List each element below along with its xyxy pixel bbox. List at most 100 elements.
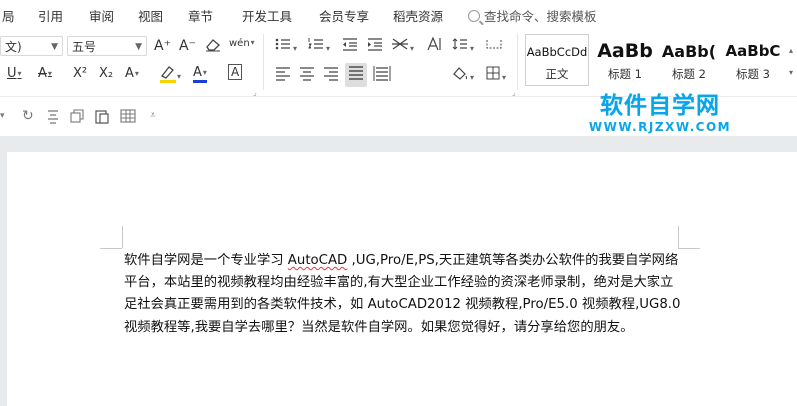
chevron-down-icon: ▾ [470, 73, 475, 82]
highlight-color-swatch [160, 80, 176, 83]
customize-toolbar-icon[interactable]: ⩡ [150, 110, 156, 121]
crop-mark [678, 226, 679, 248]
align-left-button[interactable] [274, 65, 292, 87]
style-heading-2[interactable]: AaBb( 标题 2 [657, 34, 721, 86]
chevron-down-icon: ▼ [135, 42, 142, 52]
outdent-icon [343, 38, 357, 51]
search-placeholder: 查找命令、搜索模板 [484, 9, 597, 24]
chevron-down-icon[interactable]: ▾ [789, 64, 793, 82]
font-size-select[interactable]: 五号 ▼ [67, 36, 147, 56]
ribbon-divider [263, 34, 264, 90]
search-icon [468, 10, 480, 22]
style-heading-3[interactable]: AaBbC 标题 3 [721, 34, 785, 86]
paint-bucket-icon [453, 67, 467, 80]
redo-icon[interactable]: ↻ [22, 108, 34, 124]
align-center-icon [300, 67, 314, 81]
style-label: 标题 1 [608, 67, 642, 81]
menu-review[interactable]: 审阅 [89, 6, 114, 25]
table-tabs-button[interactable] [485, 36, 503, 58]
chevron-down-icon: ▾ [410, 44, 415, 53]
spellcheck-word: AutoCAD [287, 253, 348, 268]
align-left-icon [276, 67, 290, 81]
menu-layout[interactable]: 局 [2, 6, 15, 25]
borders-button[interactable]: ▾ [485, 65, 506, 87]
table-icon[interactable] [120, 108, 136, 128]
increase-indent-button[interactable] [366, 36, 384, 58]
font-name-select[interactable]: 文) ▼ [0, 36, 63, 56]
command-search[interactable]: 查找命令、搜索模板 [468, 6, 597, 25]
superscript-button[interactable]: X² [73, 65, 87, 83]
strikethrough-button[interactable]: A▾ [38, 65, 52, 83]
menu-docer[interactable]: 稻壳资源 [393, 6, 443, 25]
document-body[interactable]: 软件自学网是一个专业学习 AutoCAD ,UG,Pro/E,PS,天正建筑等各… [124, 250, 684, 339]
watermark-url: WWW.RJZXW.COM [588, 120, 732, 134]
chevron-down-icon: ▾ [293, 44, 298, 53]
paste-icon[interactable] [94, 108, 110, 128]
phonetic-guide-button[interactable]: wén▾ [229, 34, 255, 53]
eraser-icon [206, 39, 220, 52]
line-spacing-icon [452, 38, 467, 50]
bullet-list-button[interactable]: ▾ [274, 36, 297, 58]
style-label: 标题 3 [736, 67, 770, 81]
chevron-down-icon[interactable]: ▾ [0, 111, 5, 121]
shading-button[interactable]: ▾ [451, 65, 474, 87]
style-sample: AaBb( [661, 42, 717, 61]
font-name-value: 文) [5, 40, 22, 54]
chinese-layout-button[interactable]: ▾ [391, 36, 414, 58]
style-sample: AaBbCcDd [526, 45, 588, 59]
align-center-button[interactable] [298, 65, 316, 87]
distributed-align-button[interactable] [373, 65, 391, 87]
shrink-font-button[interactable]: A⁻ [179, 37, 196, 55]
chevron-down-icon: ▾ [502, 73, 507, 82]
chevron-down-icon: ▾ [326, 44, 331, 53]
numbered-list-button[interactable]: ▾ [307, 36, 330, 58]
style-heading-1[interactable]: AaBb 标题 1 [593, 34, 657, 86]
character-border-button[interactable]: A [228, 64, 243, 80]
distributed-align-icon [373, 66, 391, 81]
text-direction-button[interactable] [425, 36, 443, 58]
site-watermark: 软件自学网 WWW.RJZXW.COM [585, 92, 735, 134]
styles-gallery: AaBbCcDd 正文 AaBb 标题 1 AaBb( 标题 2 AaBbC 标… [523, 34, 797, 86]
align-right-button[interactable] [322, 65, 340, 87]
menu-section[interactable]: 章节 [188, 6, 213, 25]
phonetic-label: wén [229, 38, 250, 49]
chinese-layout-icon [392, 38, 408, 50]
indent-icon [368, 38, 382, 51]
clear-format-button[interactable] [204, 36, 222, 58]
style-sample: AaBbC [725, 42, 781, 60]
text-effect-label: A [125, 66, 134, 81]
underline-label: U [7, 66, 17, 81]
menu-references[interactable]: 引用 [38, 6, 63, 25]
crop-mark [122, 226, 123, 248]
menu-developer[interactable]: 开发工具 [242, 6, 292, 25]
text-effect-button[interactable]: A▾ [125, 65, 139, 83]
menu-view[interactable]: 视图 [138, 6, 163, 25]
chevron-up-icon[interactable]: ▴ [789, 42, 793, 60]
text-direction-icon [427, 36, 441, 51]
align-lines-icon[interactable] [45, 108, 61, 128]
highlighter-icon [161, 66, 174, 79]
chevron-down-icon: ▾ [202, 68, 207, 77]
justify-button[interactable] [345, 63, 367, 87]
menu-bar: 局 引用 审阅 视图 章节 开发工具 会员专享 稻壳资源 查找命令、搜索模板 [0, 0, 797, 28]
style-label: 标题 2 [672, 67, 706, 81]
style-normal[interactable]: AaBbCcDd 正文 [525, 34, 589, 86]
chevron-down-icon: ▾ [250, 38, 255, 47]
grow-font-button[interactable]: A⁺ [154, 37, 171, 55]
table-tabs-icon [486, 40, 502, 49]
bullet-list-icon [275, 38, 290, 50]
crop-mark [100, 248, 122, 249]
justify-icon [349, 66, 363, 80]
subscript-button[interactable]: X₂ [99, 65, 113, 83]
body-text-start: 软件自学网是一个专业学习 [124, 253, 284, 268]
chevron-down-icon: ▾ [17, 69, 22, 78]
decrease-indent-button[interactable] [341, 36, 359, 58]
line-spacing-button[interactable]: ▾ [451, 36, 474, 58]
align-right-icon [324, 67, 338, 81]
underline-button[interactable]: U▾ [7, 65, 22, 83]
chevron-down-icon: ▾ [470, 44, 475, 53]
font-color-swatch [193, 80, 207, 83]
copy-icon[interactable] [69, 108, 85, 128]
chevron-down-icon: ▾ [47, 69, 52, 78]
menu-member[interactable]: 会员专享 [319, 6, 369, 25]
